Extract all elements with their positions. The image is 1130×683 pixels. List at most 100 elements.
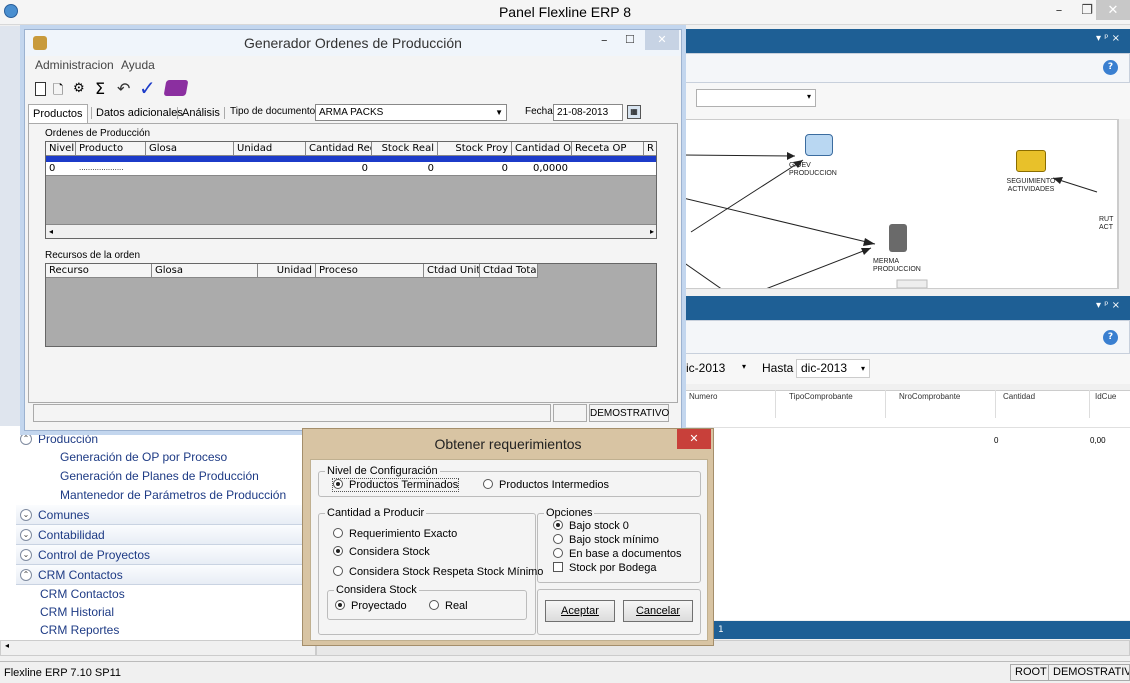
- tab-productos[interactable]: Productos: [28, 104, 88, 124]
- menu-ayuda[interactable]: Ayuda: [121, 58, 155, 72]
- recursos-col-glosa[interactable]: Glosa: [152, 264, 258, 278]
- recursos-col-ctdad-unit[interactable]: Ctdad Unit.: [424, 264, 480, 278]
- obtener-requerimientos-dialog: Obtener requerimientos ✕ Nivel de Config…: [302, 428, 714, 646]
- opciones-legend: Opciones: [546, 507, 593, 519]
- help-icon-2[interactable]: ?: [1103, 330, 1118, 345]
- top-dock-header: [682, 29, 1130, 53]
- ordenes-col-nivel[interactable]: Nivel: [46, 142, 76, 156]
- hasta-label: Hasta: [762, 361, 794, 375]
- node-merma-produccion[interactable]: MERMA PRODUCCION: [873, 258, 933, 274]
- preview-icon[interactable]: 🗋: [53, 81, 63, 103]
- radio-en-base-documentos[interactable]: En base a documentos: [553, 548, 682, 560]
- status-company: DEMOSTRATIVO: [1048, 664, 1130, 681]
- radio-real[interactable]: Real: [429, 600, 468, 612]
- ordenes-row[interactable]: 0 .................... 0 0 0 0,0000: [46, 162, 656, 176]
- fecha-input[interactable]: 21-08-2013: [553, 104, 623, 121]
- sidebar-group-contabilidad[interactable]: ⌄ Contabilidad: [16, 525, 334, 545]
- ordenes-col-stock-real[interactable]: Stock Real: [372, 142, 438, 156]
- ordenes-col-stock-proy[interactable]: Stock Proy: [438, 142, 512, 156]
- tab-datos-adicionales[interactable]: Datos adicionales: [91, 107, 187, 119]
- sidebar-group-proyectos[interactable]: ⌄ Control de Proyectos: [16, 545, 334, 565]
- recursos-col-proceso[interactable]: Proceso: [316, 264, 424, 278]
- ordenes-col-cantidad-req[interactable]: Cantidad Req.: [306, 142, 372, 156]
- ordenes-hscroll[interactable]: ◂ ▸: [46, 224, 656, 238]
- tipo-documento-select[interactable]: ARMA PACKS ▼: [315, 104, 507, 121]
- gen-status-mid: [553, 404, 587, 422]
- gen-maximize-button[interactable]: ☐: [625, 33, 635, 46]
- radio-considera-stock-minimo[interactable]: Considera Stock Respeta Stock Mínimo: [333, 566, 543, 578]
- cell-cantidad: 0: [994, 436, 999, 445]
- sidebar-item-planes-produccion[interactable]: Generación de Planes de Producción: [16, 467, 316, 486]
- radio-bajo-stock-minimo[interactable]: Bajo stock mínimo: [553, 534, 659, 546]
- tab-analisis[interactable]: Análisis: [177, 107, 225, 119]
- radio-bajo-stock-0[interactable]: Bajo stock 0: [553, 520, 629, 532]
- node-seguimiento-actividades[interactable]: SEGUIMIENTO ACTIVIDADES: [1001, 178, 1061, 194]
- check-icon[interactable]: ✓: [139, 76, 156, 100]
- check-stock-por-bodega[interactable]: Stock por Bodega: [553, 562, 656, 574]
- sidebar-item-parametros-produccion[interactable]: Mantenedor de Parámetros de Producción: [16, 486, 316, 505]
- sidebar-group-crm[interactable]: ⌃ CRM Contactos: [16, 565, 334, 585]
- ordenes-col-glosa[interactable]: Glosa: [146, 142, 234, 156]
- obtener-close-button[interactable]: ✕: [677, 429, 711, 449]
- fecha-label: Fecha: [525, 106, 553, 117]
- left-strip: [0, 26, 24, 426]
- recursos-col-ctdad-total[interactable]: Ctdad Total: [480, 264, 538, 278]
- desde-dropdown-icon[interactable]: ▾: [742, 362, 746, 371]
- considera-stock-legend: Considera Stock: [336, 584, 417, 596]
- generador-title: Generador Ordenes de Producción: [244, 35, 462, 51]
- new-doc-icon[interactable]: [35, 82, 46, 96]
- sidebar-hscroll[interactable]: ◂: [0, 640, 316, 656]
- help-icon[interactable]: ?: [1103, 60, 1118, 75]
- app-title-bar: Panel Flexline ERP 8: [0, 0, 1130, 25]
- ordenes-col-unidad[interactable]: Unidad: [234, 142, 306, 156]
- cell-stock-proy: 0: [501, 163, 508, 174]
- calendar-icon[interactable]: ▦: [627, 105, 641, 119]
- cancelar-button[interactable]: Cancelar: [623, 600, 693, 622]
- radio-considera-stock[interactable]: Considera Stock: [333, 546, 430, 558]
- pin-icon[interactable]: ▾ ᵖ ×: [1096, 33, 1120, 44]
- radio-productos-terminados[interactable]: Productos Terminados: [331, 478, 460, 492]
- gen-close-button[interactable]: ✕: [645, 30, 679, 50]
- recursos-col-unidad[interactable]: Unidad: [258, 264, 316, 278]
- ordenes-col-receta-op[interactable]: Receta OP: [572, 142, 644, 156]
- gen-minimize-button[interactable]: –: [601, 33, 608, 48]
- ordenes-col-producto[interactable]: Producto: [76, 142, 146, 156]
- second-dock-header: [682, 296, 1130, 320]
- radio-requerimiento-exacto[interactable]: Requerimiento Exacto: [333, 528, 457, 540]
- recursos-grid: Recurso Glosa Unidad Proceso Ctdad Unit.…: [45, 263, 657, 347]
- nivel-config-legend: Nivel de Configuración: [327, 465, 438, 477]
- node-rut-act[interactable]: RUT ACT: [1099, 216, 1117, 232]
- desde-combo[interactable]: ic-2013: [686, 360, 746, 377]
- book-icon[interactable]: [163, 80, 189, 96]
- hasta-combo[interactable]: dic-2013 ▾: [796, 359, 870, 378]
- obtener-title: Obtener requerimientos: [434, 436, 582, 452]
- recursos-col-recurso[interactable]: Recurso: [46, 264, 152, 278]
- process-diagram: G/DEV PRODUCCION MERMA PRODUCCION SEGUIM…: [682, 119, 1118, 289]
- radio-productos-intermedios[interactable]: Productos Intermedios: [483, 479, 609, 491]
- process-icon[interactable]: ⚙: [73, 81, 85, 96]
- radio-proyectado[interactable]: Proyectado: [335, 600, 407, 612]
- top-combo[interactable]: ▾: [696, 89, 816, 107]
- ordenes-label: Ordenes de Producción: [45, 128, 151, 139]
- sidebar-item-crm-reportes[interactable]: CRM Reportes: [16, 621, 316, 640]
- status-version: Flexline ERP 7.10 SP11: [4, 667, 121, 679]
- sidebar-item-crm-contactos[interactable]: CRM Contactos: [16, 585, 316, 604]
- ordenes-col-cantidad-op[interactable]: Cantidad OP: [512, 142, 572, 156]
- diagram-scrollbar[interactable]: [1118, 119, 1130, 289]
- ordenes-col-r[interactable]: R: [644, 142, 656, 156]
- sidebar-item-generacion-op[interactable]: Generación de OP por Proceso: [16, 448, 316, 467]
- aceptar-button[interactable]: Aceptar: [545, 600, 615, 622]
- node-gdev-produccion[interactable]: G/DEV PRODUCCION: [789, 162, 849, 178]
- sidebar-group-produccion[interactable]: ⌃ Producción: [16, 429, 334, 449]
- app-logo-icon: [4, 4, 18, 18]
- cell-cantidad-op: 0,0000: [533, 163, 568, 174]
- sum-icon[interactable]: Σ: [95, 79, 105, 98]
- sidebar-group-comunes[interactable]: ⌄ Comunes: [16, 505, 334, 525]
- pin-icon-2[interactable]: ▾ ᵖ ×: [1096, 300, 1120, 311]
- obtener-title-bar: Obtener requerimientos: [303, 429, 713, 459]
- close-button[interactable]: ✕: [1096, 0, 1130, 20]
- sidebar-item-crm-historial[interactable]: CRM Historial: [16, 603, 316, 622]
- cell-nivel: 0: [49, 163, 56, 174]
- undo-icon[interactable]: ↶: [117, 79, 130, 98]
- menu-administracion[interactable]: Administracion: [35, 58, 114, 72]
